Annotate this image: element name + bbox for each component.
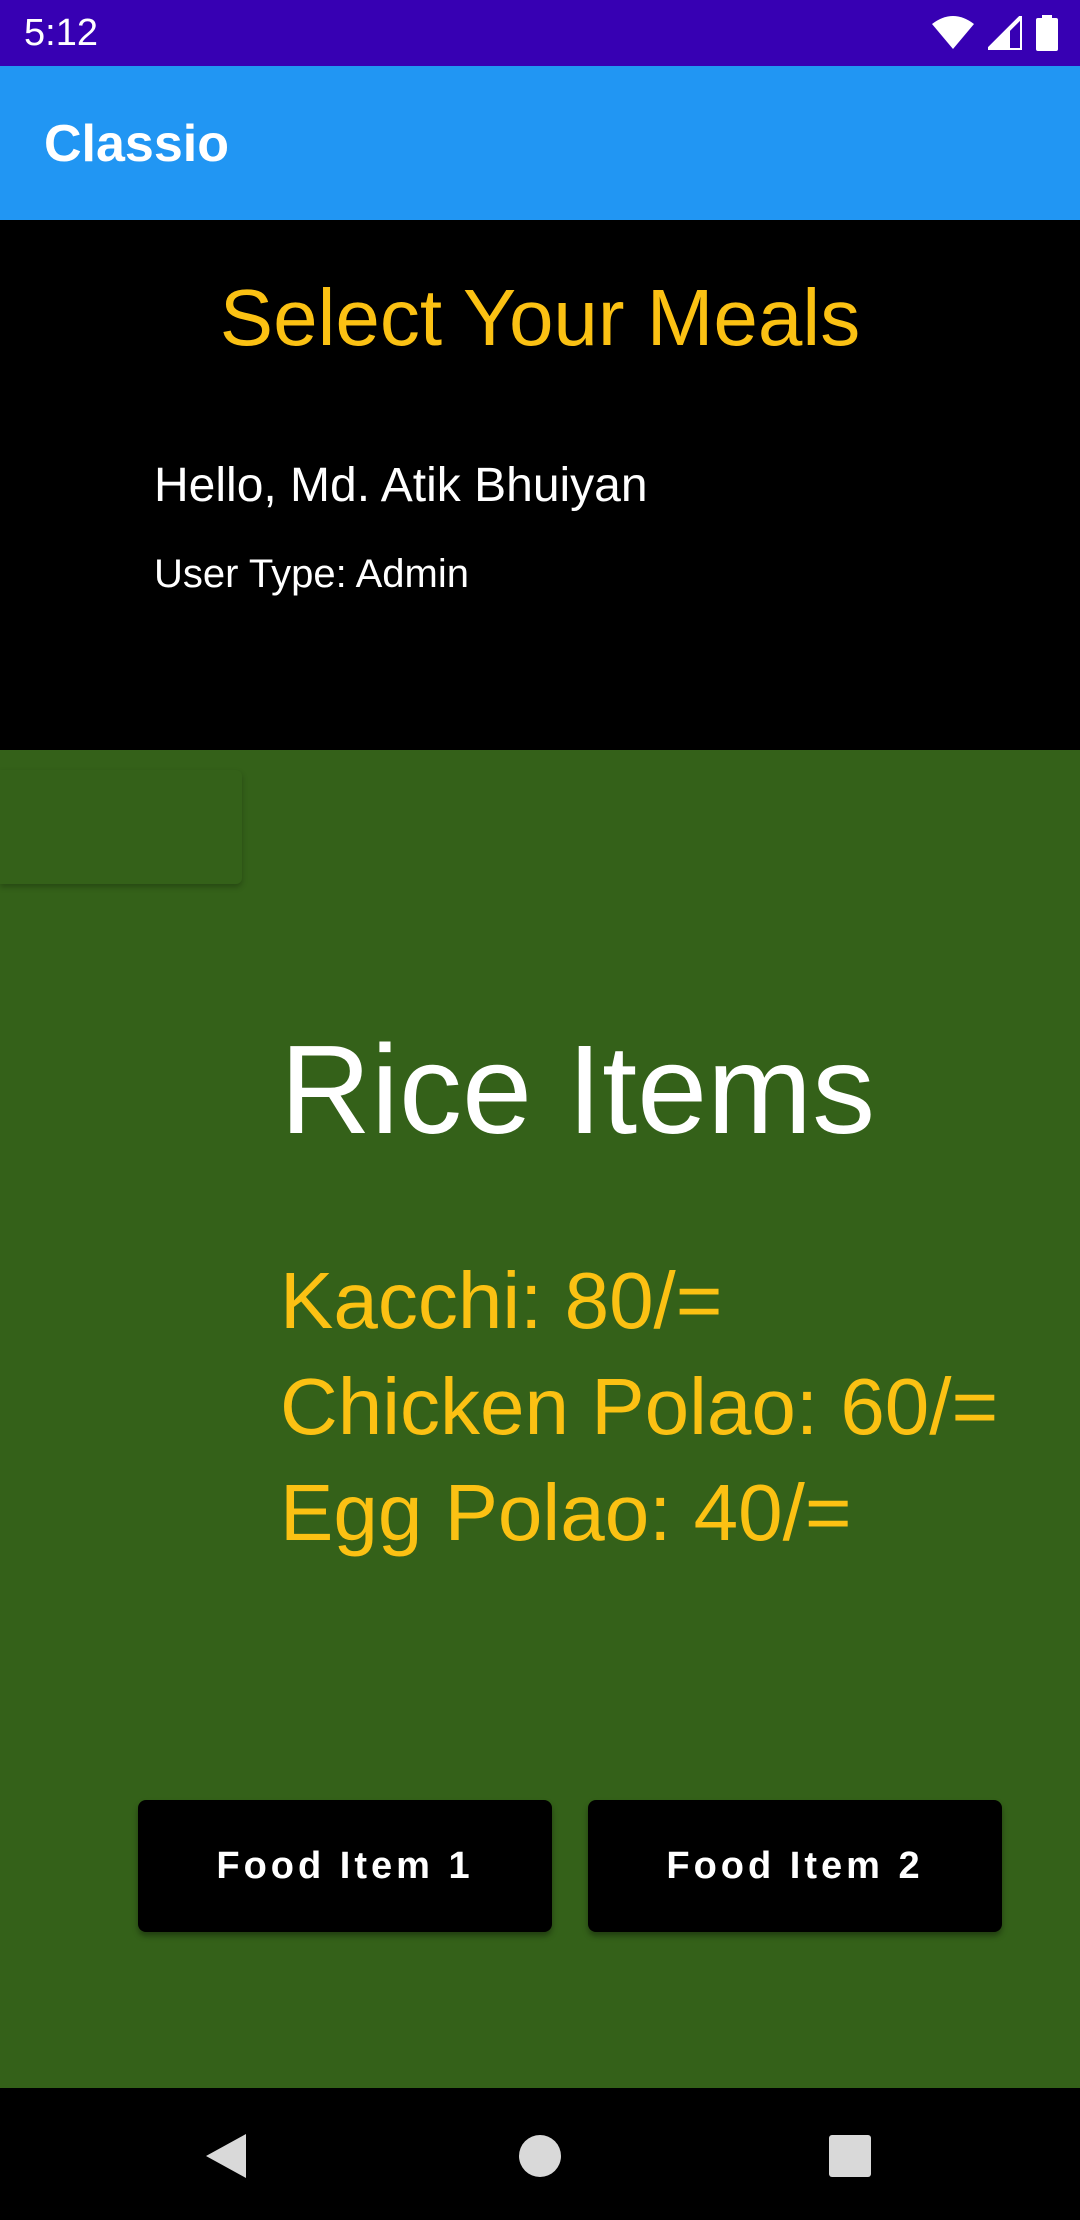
app-title: Classio: [44, 115, 229, 173]
back-icon: [206, 2134, 246, 2178]
status-time: 5:12: [24, 12, 98, 54]
greeting-text: Hello, Md. Atik Bhuiyan: [154, 459, 648, 512]
status-icons: [932, 14, 1058, 52]
page-title: Select Your Meals: [219, 273, 861, 362]
wifi-icon: [932, 16, 974, 49]
back-button[interactable]: [196, 2128, 256, 2184]
menu-item-egg-polao: Egg Polao: 40/=: [280, 1468, 852, 1557]
battery-icon: [1036, 15, 1058, 51]
recents-button[interactable]: [820, 2128, 880, 2184]
empty-card: [0, 770, 242, 884]
navigation-bar: [0, 2088, 1080, 2220]
recents-icon: [829, 2135, 871, 2177]
status-bar: 5:12: [0, 0, 1080, 66]
home-button[interactable]: [510, 2128, 570, 2184]
menu-section: Rice Items Kacchi: 80/= Chicken Polao: 6…: [0, 750, 1080, 2088]
user-type-text: User Type: Admin: [154, 552, 469, 596]
cell-signal-icon: [988, 16, 1022, 50]
header-section: Select Your Meals Hello, Md. Atik Bhuiya…: [0, 220, 1080, 750]
app-bar: Classio: [0, 66, 1080, 220]
category-title: Rice Items: [280, 1019, 876, 1160]
menu-item-chicken-polao: Chicken Polao: 60/=: [280, 1362, 999, 1451]
menu-list: Kacchi: 80/= Chicken Polao: 60/= Egg Pol…: [280, 1248, 998, 1566]
menu-item-kacchi: Kacchi: 80/=: [280, 1256, 723, 1345]
food-item-1-button[interactable]: Food Item 1: [138, 1800, 552, 1932]
food-item-2-button[interactable]: Food Item 2: [588, 1800, 1002, 1932]
home-icon: [519, 2135, 561, 2177]
